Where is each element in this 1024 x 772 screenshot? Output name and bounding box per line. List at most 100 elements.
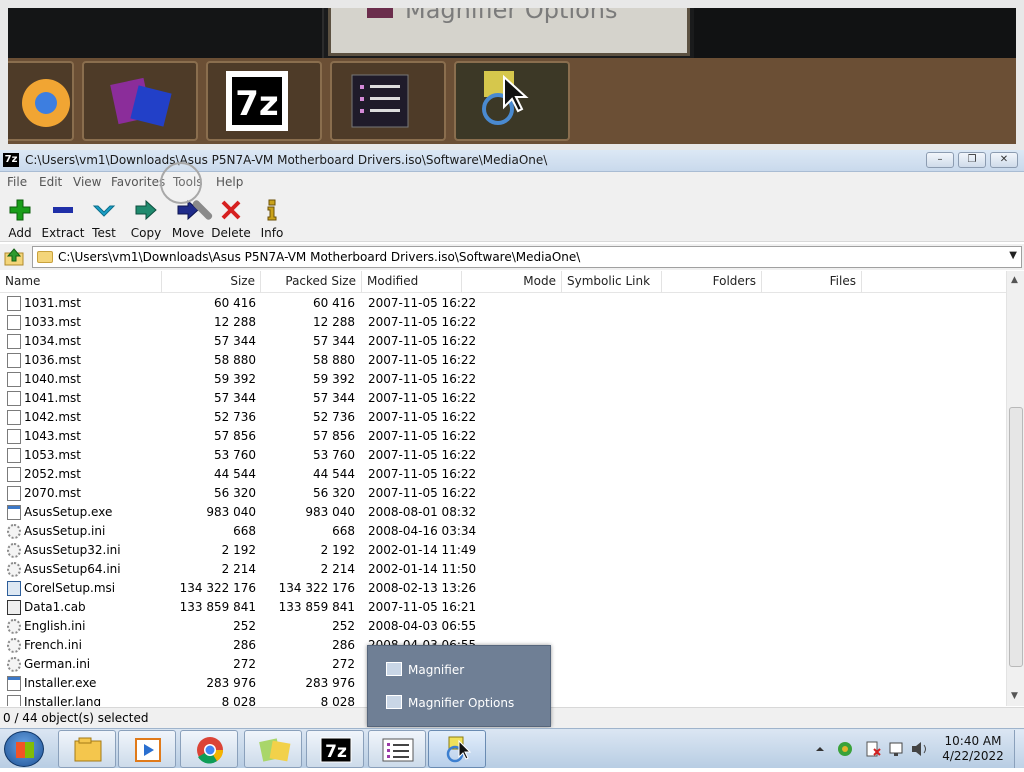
column-folders[interactable]: Folders	[662, 271, 762, 293]
file-row[interactable]: 1031.mst 60 416 60 416 2007-11-05 16:22	[0, 294, 1006, 313]
file-ini-icon	[7, 524, 21, 539]
vertical-scrollbar[interactable]: ▲ ▼	[1006, 271, 1024, 706]
menu-help[interactable]: Help	[216, 175, 243, 189]
file-size: 57 344	[214, 334, 256, 348]
file-row[interactable]: 1041.mst 57 344 57 344 2007-11-05 16:22	[0, 389, 1006, 408]
magnifier-options-small-icon	[386, 695, 402, 709]
copy-button[interactable]: Copy	[124, 195, 168, 240]
column-packed-size[interactable]: Packed Size	[261, 271, 362, 293]
file-ini-icon	[7, 543, 21, 558]
menu-view[interactable]: View	[73, 175, 101, 189]
7zip-app-icon[interactable]: 7z	[3, 153, 19, 167]
file-name: AsusSetup.ini	[24, 524, 106, 538]
column-size[interactable]: Size	[162, 271, 261, 293]
file-name: AsusSetup64.ini	[24, 562, 121, 576]
close-button[interactable]: ✕	[990, 152, 1018, 168]
file-packed-size: 272	[332, 657, 355, 671]
chevron-down-icon[interactable]: ▼	[1009, 250, 1017, 261]
extract-button[interactable]: Extract	[41, 195, 85, 240]
network-computer-icon[interactable]	[889, 742, 903, 756]
taskbar-media-player[interactable]	[118, 730, 176, 768]
test-button[interactable]: Test	[82, 195, 126, 240]
delete-label: Delete	[211, 226, 251, 240]
network-globe-icon[interactable]	[838, 742, 852, 756]
add-button[interactable]: Add	[0, 195, 42, 240]
file-modified: 2007-11-05 16:22	[368, 391, 477, 405]
file-row[interactable]: CorelSetup.msi 134 322 176 134 322 176 2008…	[0, 579, 1006, 598]
column-modified[interactable]: Modified	[362, 271, 462, 293]
taskbar-7zip[interactable]: 7z	[306, 730, 364, 768]
file-row[interactable]: 1043.mst 57 856 57 856 2007-11-05 16:22	[0, 427, 1006, 446]
file-name: 1031.mst	[24, 296, 81, 310]
file-ini-icon	[7, 562, 21, 577]
action-center-flag-icon[interactable]	[866, 741, 881, 757]
file-packed-size: 983 040	[305, 505, 355, 519]
file-row[interactable]: English.ini 252 252 2008-04-03 06:55	[0, 617, 1006, 636]
file-size: 59 392	[214, 372, 256, 386]
taskbar-clock[interactable]: 10:40 AM 4/22/2022	[942, 734, 1004, 764]
file-row[interactable]: 1053.mst 53 760 53 760 2007-11-05 16:22	[0, 446, 1006, 465]
zoomed-magnifier-icon	[454, 61, 570, 141]
taskbar-magnifier[interactable]	[428, 730, 486, 768]
file-row[interactable]: 1033.mst 12 288 12 288 2007-11-05 16:22	[0, 313, 1006, 332]
file-row[interactable]: Data1.cab 133 859 841 133 859 841 2007-11-0…	[0, 598, 1006, 617]
zoomed-chrome-icon	[8, 61, 74, 141]
volume-speaker-icon[interactable]	[912, 742, 926, 756]
taskbar-chrome[interactable]	[180, 730, 238, 768]
media-player-icon	[135, 738, 161, 762]
magnifier-zoom-window: Magnifier Options 7z	[0, 0, 1024, 150]
windows-start-button[interactable]	[4, 731, 44, 767]
column-mode[interactable]: Mode	[462, 271, 562, 293]
scrollbar-thumb[interactable]	[1009, 407, 1023, 667]
file-row[interactable]: AsusSetup64.ini 2 214 2 214 2002-01-14 11:5…	[0, 560, 1006, 579]
file-name: CorelSetup.msi	[24, 581, 116, 595]
column-name[interactable]: Name	[0, 271, 162, 293]
file-name: 1042.mst	[24, 410, 81, 424]
file-name: English.ini	[24, 619, 86, 633]
taskbar-menu-list[interactable]	[368, 730, 426, 768]
file-row[interactable]: 2070.mst 56 320 56 320 2007-11-05 16:22	[0, 484, 1006, 503]
show-desktop-button[interactable]	[1014, 730, 1024, 768]
column-symbolic-link[interactable]: Symbolic Link	[562, 271, 662, 293]
jumplist-magnifier-options-label: Magnifier Options	[408, 696, 515, 710]
file-packed-size: 44 544	[313, 467, 355, 481]
jumplist-magnifier[interactable]: Magnifier	[368, 656, 552, 684]
delete-button[interactable]: Delete	[209, 195, 253, 240]
file-modified: 2007-11-05 16:22	[368, 410, 477, 424]
info-button[interactable]: Info	[250, 195, 294, 240]
file-row[interactable]: 2052.mst 44 544 44 544 2007-11-05 16:22	[0, 465, 1006, 484]
file-row[interactable]: AsusSetup32.ini 2 192 2 192 2002-01-14 11:4…	[0, 541, 1006, 560]
minimize-button[interactable]: –	[926, 152, 954, 168]
scroll-down-arrow-icon[interactable]: ▼	[1011, 691, 1018, 701]
file-packed-size: 2 192	[320, 543, 355, 557]
zoomed-menu-list-icon	[330, 61, 446, 141]
file-row[interactable]: 1042.mst 52 736 52 736 2007-11-05 16:22	[0, 408, 1006, 427]
column-files[interactable]: Files	[762, 271, 862, 293]
file-ini-icon	[7, 619, 21, 634]
file-row[interactable]: 1036.mst 58 880 58 880 2007-11-05 16:22	[0, 351, 1006, 370]
up-folder-button[interactable]	[3, 247, 25, 267]
taskbar-file-explorer[interactable]	[58, 730, 116, 768]
file-row[interactable]: AsusSetup.ini 668 668 2008-04-16 03:34	[0, 522, 1006, 541]
file-row[interactable]: 1040.mst 59 392 59 392 2007-11-05 16:22	[0, 370, 1006, 389]
restore-button[interactable]: ❐	[958, 152, 986, 168]
menu-favorites[interactable]: Favorites	[111, 175, 165, 189]
system-tray	[812, 737, 932, 761]
file-doc-icon	[7, 391, 21, 406]
menu-edit[interactable]: Edit	[39, 175, 62, 189]
window-title-bar[interactable]: 7z C:\Users\vm1\Downloads\Asus P5N7A-VM …	[0, 150, 1024, 172]
file-packed-size: 57 344	[313, 334, 355, 348]
menu-file[interactable]: File	[7, 175, 27, 189]
file-row[interactable]: AsusSetup.exe 983 040 983 040 2008-08-01 08…	[0, 503, 1006, 522]
jumplist-magnifier-options[interactable]: Magnifier Options	[368, 689, 552, 717]
address-path-field[interactable]: C:\Users\vm1\Downloads\Asus P5N7A-VM Mot…	[32, 246, 1022, 268]
toolbar: Add Extract Test Copy Move Delete Info	[0, 192, 1024, 242]
file-doc-icon	[7, 695, 21, 706]
file-packed-size: 286	[332, 638, 355, 652]
chrome-icon	[197, 737, 224, 764]
show-hidden-icons-icon[interactable]	[816, 747, 824, 751]
file-row[interactable]: 1034.mst 57 344 57 344 2007-11-05 16:22	[0, 332, 1006, 351]
scroll-up-arrow-icon[interactable]: ▲	[1011, 275, 1018, 285]
file-size: 58 880	[214, 353, 256, 367]
taskbar-winrar[interactable]	[244, 730, 302, 768]
